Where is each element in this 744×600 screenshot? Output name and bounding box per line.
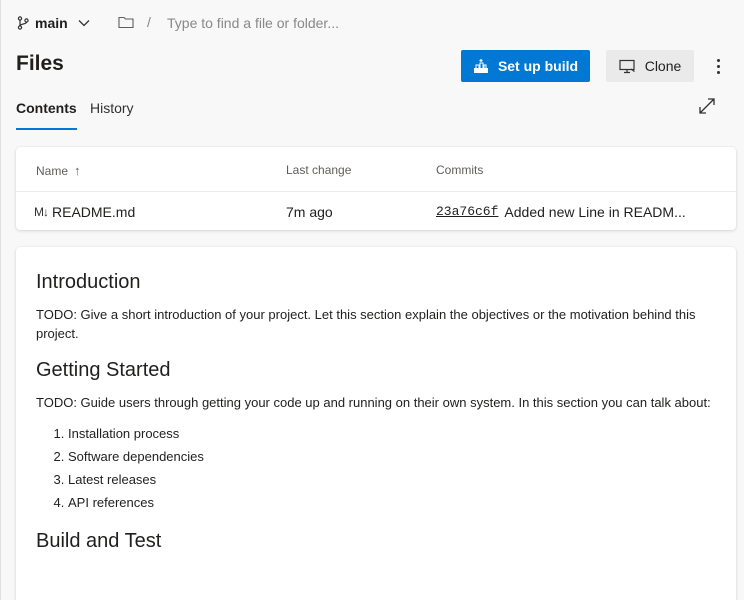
tab-contents[interactable]: Contents (16, 100, 77, 130)
set-up-build-button[interactable]: Set up build (461, 50, 590, 82)
table-row[interactable]: M↓ README.md 7m ago 23a76c6f Added new L… (16, 192, 736, 230)
page-title: Files (16, 52, 64, 75)
file-name[interactable]: README.md (52, 204, 135, 220)
readme-heading-introduction: Introduction (36, 271, 141, 293)
column-header-commits[interactable]: Commits (436, 163, 483, 177)
readme-heading-getting-started: Getting Started (36, 359, 171, 381)
sort-arrow-icon: ↑ (74, 163, 81, 178)
build-icon (473, 59, 488, 73)
more-dot-icon (716, 64, 720, 68)
clone-button[interactable]: Clone (606, 50, 694, 82)
column-header-last-change[interactable]: Last change (286, 163, 351, 177)
branch-name: main (35, 15, 68, 31)
list-item: Installation process (68, 422, 716, 445)
last-change-cell: 7m ago (286, 204, 333, 220)
list-item: Software dependencies (68, 445, 716, 468)
branch-icon (17, 16, 29, 30)
top-bar: main / (1, 0, 744, 46)
readme-list: Installation process Software dependenci… (36, 422, 716, 514)
commit-hash-link[interactable]: 23a76c6f (436, 204, 498, 220)
file-name-cell: M↓ README.md (34, 204, 135, 220)
commit-message: Added new Line in READM... (504, 204, 686, 220)
column-header-name-label: Name (36, 163, 69, 178)
readme-preview: Introduction TODO: Give a short introduc… (16, 247, 736, 600)
commit-cell: 23a76c6f Added new Line in READM... (436, 204, 686, 220)
folder-icon (118, 16, 134, 29)
list-item: API references (68, 491, 716, 514)
readme-heading-build-and-test: Build and Test (36, 530, 162, 552)
list-item: Latest releases (68, 468, 716, 491)
markdown-icon: M↓ (34, 205, 49, 219)
monitor-icon (619, 59, 635, 73)
more-dot-icon (716, 70, 720, 74)
readme-paragraph-getting-started: TODO: Guide users through getting your c… (36, 395, 711, 410)
readme-paragraph-introduction: TODO: Give a short introduction of your … (36, 307, 696, 341)
set-up-build-label: Set up build (497, 58, 579, 74)
files-table: Name ↑ Last change Commits M↓ README.md … (16, 147, 736, 230)
column-header-name[interactable]: Name ↑ (36, 163, 81, 178)
path-separator: / (147, 14, 151, 30)
tab-history[interactable]: History (90, 100, 134, 130)
more-dot-icon (716, 58, 720, 62)
more-actions-button[interactable] (709, 54, 727, 78)
clone-label: Clone (644, 58, 682, 74)
file-search-input[interactable] (167, 11, 467, 35)
branch-selector[interactable]: main (16, 12, 91, 34)
chevron-down-icon (78, 20, 90, 27)
expand-icon[interactable] (698, 97, 716, 115)
